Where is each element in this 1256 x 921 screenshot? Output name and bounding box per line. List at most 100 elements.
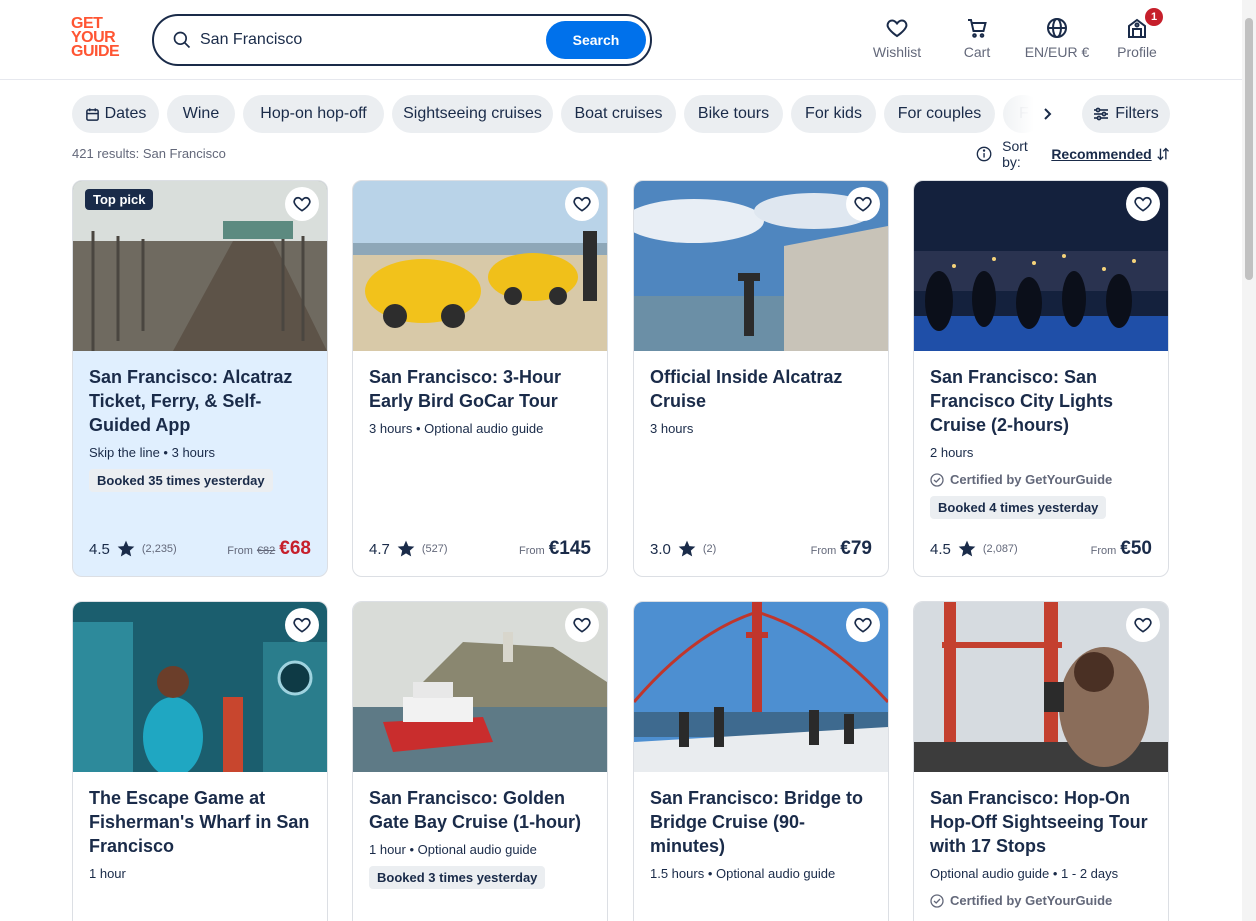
chip-boat-cruises[interactable]: Boat cruises — [561, 95, 676, 133]
card-body: San Francisco: 3-Hour Early Bird GoCar T… — [369, 365, 593, 436]
rating-value: 4.5 — [89, 540, 110, 558]
chip-for-kids[interactable]: For kids — [791, 95, 876, 133]
activity-card[interactable]: San Francisco: 3-Hour Early Bird GoCar T… — [352, 180, 608, 577]
nav-label: Wishlist — [872, 44, 922, 60]
rating: 3.0 (2) — [650, 539, 716, 559]
sliders-icon — [1094, 107, 1109, 121]
review-count: (2,235) — [141, 543, 177, 555]
chip-label: Bike tours — [697, 105, 770, 122]
card-title[interactable]: San Francisco: 3-Hour Early Bird GoCar T… — [369, 365, 593, 413]
heart-icon — [854, 196, 872, 212]
review-count: (2,087) — [982, 543, 1018, 555]
chip-label: Sightseeing cruises — [403, 105, 542, 122]
sort-control[interactable]: Sort by: Recommended — [976, 138, 1170, 170]
getyourguide-logo[interactable]: GET YOUR GUIDE — [71, 16, 131, 63]
card-meta: 1.5 hours • Optional audio guide — [650, 866, 836, 881]
info-icon[interactable] — [976, 145, 992, 163]
card-title[interactable]: San Francisco: Golden Gate Bay Cruise (1… — [369, 786, 593, 834]
wishlist-button[interactable] — [1126, 187, 1160, 221]
nav-cart[interactable]: Cart — [937, 16, 1017, 64]
certified-label: Certified by GetYourGuide — [930, 893, 1154, 908]
wishlist-button[interactable] — [285, 187, 319, 221]
card-title[interactable]: San Francisco: San Francisco City Lights… — [930, 365, 1154, 437]
chips-scroll-right[interactable] — [1034, 95, 1060, 133]
heart-icon — [573, 196, 591, 212]
card-body: San Francisco: Hop-On Hop-Off Sightseein… — [930, 786, 1154, 908]
wishlist-button[interactable] — [1126, 608, 1160, 642]
activity-card[interactable]: Top pick San Francisco: Alcatraz Ticket,… — [72, 180, 328, 577]
wishlist-button[interactable] — [565, 608, 599, 642]
price-value: €68 — [279, 538, 311, 559]
card-meta: Optional audio guide • 1 - 2 days — [930, 866, 1119, 881]
chip-bike-tours[interactable]: Bike tours — [684, 95, 783, 133]
price: From €145 — [519, 538, 591, 560]
review-count: (527) — [421, 543, 448, 555]
activity-card[interactable]: San Francisco: Hop-On Hop-Off Sightseein… — [913, 601, 1169, 921]
price-value: €50 — [1120, 538, 1152, 559]
card-meta: 3 hours — [650, 421, 694, 436]
chip-sightseeing-cruises[interactable]: Sightseeing cruises — [392, 95, 553, 133]
logo-line-3: GUIDE — [71, 43, 120, 60]
chip-for-couples[interactable]: For couples — [884, 95, 995, 133]
heart-icon — [573, 617, 591, 633]
heart-icon — [1134, 617, 1152, 633]
nav-wishlist[interactable]: Wishlist — [857, 16, 937, 64]
scrollbar-thumb[interactable] — [1245, 18, 1253, 280]
results-count: 421 results: San Francisco — [72, 146, 226, 161]
chip-dates[interactable]: Dates — [72, 95, 159, 133]
nav-label: EN/EUR € — [1024, 44, 1090, 60]
page-scrollbar[interactable] — [1242, 0, 1256, 921]
chip-wine[interactable]: Wine — [167, 95, 235, 133]
nav-profile[interactable]: Profile 1 — [1097, 8, 1177, 64]
top-pick-badge: Top pick — [85, 189, 154, 210]
price-value: €79 — [840, 538, 872, 559]
price-old: €82 — [256, 545, 276, 557]
star-icon — [958, 540, 976, 557]
star-icon — [678, 540, 696, 557]
wishlist-button[interactable] — [565, 187, 599, 221]
card-title[interactable]: San Francisco: Hop-On Hop-Off Sightseein… — [930, 786, 1154, 858]
card-meta: 1 hour • Optional audio guide — [369, 842, 537, 857]
card-footer: 4.5 (2,087) From €50 — [930, 536, 1152, 562]
search-input[interactable] — [200, 28, 530, 52]
filters-button[interactable]: Filters — [1082, 95, 1170, 133]
wishlist-button[interactable] — [846, 187, 880, 221]
nav-label: Cart — [963, 44, 991, 60]
price-from: From — [227, 545, 253, 557]
card-footer: 4.7 (527) From €145 — [369, 536, 591, 562]
notification-badge: 1 — [1145, 8, 1163, 26]
chips-fade — [992, 95, 1034, 133]
activity-card[interactable]: San Francisco: San Francisco City Lights… — [913, 180, 1169, 577]
price-from: From — [519, 545, 545, 557]
rating: 4.7 (527) — [369, 539, 448, 559]
sort-arrows-icon[interactable] — [1156, 146, 1170, 162]
card-title[interactable]: San Francisco: Bridge to Bridge Cruise (… — [650, 786, 874, 858]
booked-badge: Booked 3 times yesterday — [369, 866, 546, 889]
wishlist-button[interactable] — [285, 608, 319, 642]
heart-icon — [293, 196, 311, 212]
heart-icon — [1134, 196, 1152, 212]
heart-icon — [886, 19, 908, 38]
activity-card[interactable]: San Francisco: Bridge to Bridge Cruise (… — [633, 601, 889, 921]
card-body: San Francisco: Bridge to Bridge Cruise (… — [650, 786, 874, 881]
chip-label: Boat cruises — [574, 105, 663, 122]
activity-card[interactable]: The Escape Game at Fisherman's Wharf in … — [72, 601, 328, 921]
price-from: From — [1090, 545, 1117, 557]
activity-card[interactable]: San Francisco: Golden Gate Bay Cruise (1… — [352, 601, 608, 921]
search-button[interactable]: Search — [546, 21, 646, 59]
card-meta: 1 hour — [89, 866, 126, 881]
heart-icon — [293, 617, 311, 633]
nav-label: Profile — [1117, 44, 1157, 60]
card-title[interactable]: Official Inside Alcatraz Cruise — [650, 365, 874, 413]
card-title[interactable]: The Escape Game at Fisherman's Wharf in … — [89, 786, 313, 858]
nav-language-currency[interactable]: EN/EUR € — [1017, 16, 1097, 64]
card-title[interactable]: San Francisco: Alcatraz Ticket, Ferry, &… — [89, 365, 313, 437]
wishlist-button[interactable] — [846, 608, 880, 642]
card-meta: 2 hours — [930, 445, 974, 460]
search-bar: Search — [152, 14, 652, 66]
sort-value[interactable]: Recommended — [1051, 146, 1151, 162]
activity-card[interactable]: Official Inside Alcatraz Cruise 3 hours … — [633, 180, 889, 577]
filters-label: Filters — [1115, 105, 1159, 122]
chip-hop-on-hop-off[interactable]: Hop-on hop-off — [243, 95, 384, 133]
card-body: San Francisco: Alcatraz Ticket, Ferry, &… — [89, 365, 313, 492]
